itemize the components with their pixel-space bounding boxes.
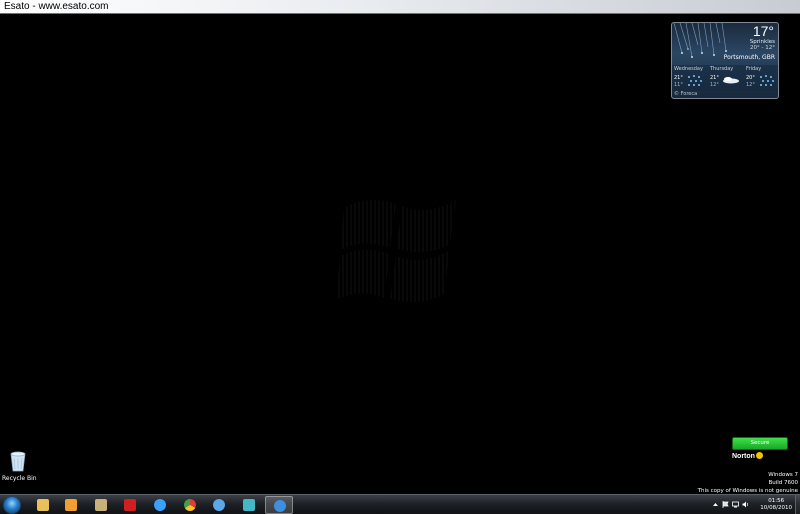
action-center-flag-icon[interactable] <box>722 501 729 508</box>
start-button[interactable] <box>3 496 21 514</box>
taskbar-quicktime-button[interactable] <box>148 496 172 514</box>
taskbar-globe-button[interactable] <box>207 496 231 514</box>
current-temperature: 17° <box>752 23 774 39</box>
clock-time: 01:56 <box>768 498 785 504</box>
norton-brand-text: Norton <box>732 453 755 460</box>
taskbar-clock[interactable]: 01:56 10/08/2010 <box>760 498 792 512</box>
clock-date: 10/08/2010 <box>760 505 792 511</box>
forecast-day-name: Wednesday <box>674 66 703 72</box>
recycle-bin-shortcut[interactable]: Recycle Bin <box>2 450 37 486</box>
network-icon[interactable] <box>732 501 739 508</box>
volume-icon[interactable] <box>742 501 749 508</box>
forecast-day: Thursday 21° 12° <box>708 66 743 92</box>
globe-icon <box>213 499 225 511</box>
quicktime-icon <box>154 499 166 511</box>
system-tray: 01:56 10/08/2010 <box>708 495 800 514</box>
forecast-day-name: Friday <box>746 66 762 72</box>
taskbar-pc-suite-button[interactable] <box>237 496 261 514</box>
forecast-day-name: Thursday <box>710 66 734 72</box>
weather-gadget[interactable]: 17° Sprinkles 20° - 12° Portsmouth, GBR … <box>671 22 779 99</box>
taskbar-internet-explorer-button[interactable] <box>265 496 293 514</box>
rain-icon <box>760 75 774 86</box>
taskbar: 01:56 10/08/2010 <box>0 494 800 514</box>
taskbar-acrobat-button[interactable] <box>118 496 142 514</box>
chrome-icon <box>184 499 196 511</box>
internet-explorer-icon <box>274 500 286 512</box>
archive-icon <box>95 499 107 511</box>
windows-logo-icon <box>338 199 456 303</box>
desktop[interactable]: Esato - www.esato.com 17° Sprinkles 20° … <box>0 0 800 514</box>
taskbar-explorer-button[interactable] <box>31 496 55 514</box>
explorer-icon <box>37 499 49 511</box>
forecast-low: 11° <box>674 82 683 88</box>
forecast-low: 12° <box>710 82 719 88</box>
forecast-high: 20° <box>746 75 755 81</box>
watermark-build: Build 7600 <box>768 480 798 486</box>
forecast-day: Wednesday 21° 11° <box>672 66 707 92</box>
show-desktop-button[interactable] <box>795 495 800 514</box>
windows-watermark: Windows 7 Build 7600 This copy of Window… <box>698 471 798 495</box>
recycle-bin-icon <box>10 451 26 472</box>
pc-suite-icon <box>243 499 255 511</box>
taskbar-media-player-button[interactable] <box>59 496 83 514</box>
rain-icon <box>688 75 702 86</box>
recycle-bin-label: Recycle Bin <box>2 475 37 482</box>
weather-location: Portsmouth, GBR <box>723 54 775 61</box>
window-title-bar[interactable]: Esato - www.esato.com <box>0 0 800 14</box>
forecast-low: 12° <box>746 82 755 88</box>
forecast-day: Friday 20° 12° <box>744 66 778 92</box>
norton-check-icon <box>755 452 763 459</box>
taskbar-archive-button[interactable] <box>89 496 113 514</box>
acrobat-icon <box>124 499 136 511</box>
temperature-range: 20° - 12° <box>750 45 775 51</box>
norton-logo: Norton <box>732 452 763 460</box>
forecast-high: 21° <box>710 75 719 81</box>
watermark-os: Windows 7 <box>768 472 798 478</box>
cloud-icon <box>723 77 739 84</box>
forecast-row: Wednesday 21° 11° Thursday 21° 12° Frida… <box>672 65 778 91</box>
norton-status-button[interactable]: Secure <box>732 437 788 450</box>
window-title: Esato - www.esato.com <box>4 1 109 12</box>
forecast-high: 21° <box>674 75 683 81</box>
weather-credit-link[interactable]: © Foreca <box>674 91 697 97</box>
show-hidden-icons-icon[interactable] <box>712 501 719 508</box>
taskbar-chrome-button[interactable] <box>178 496 202 514</box>
media-player-icon <box>65 499 77 511</box>
